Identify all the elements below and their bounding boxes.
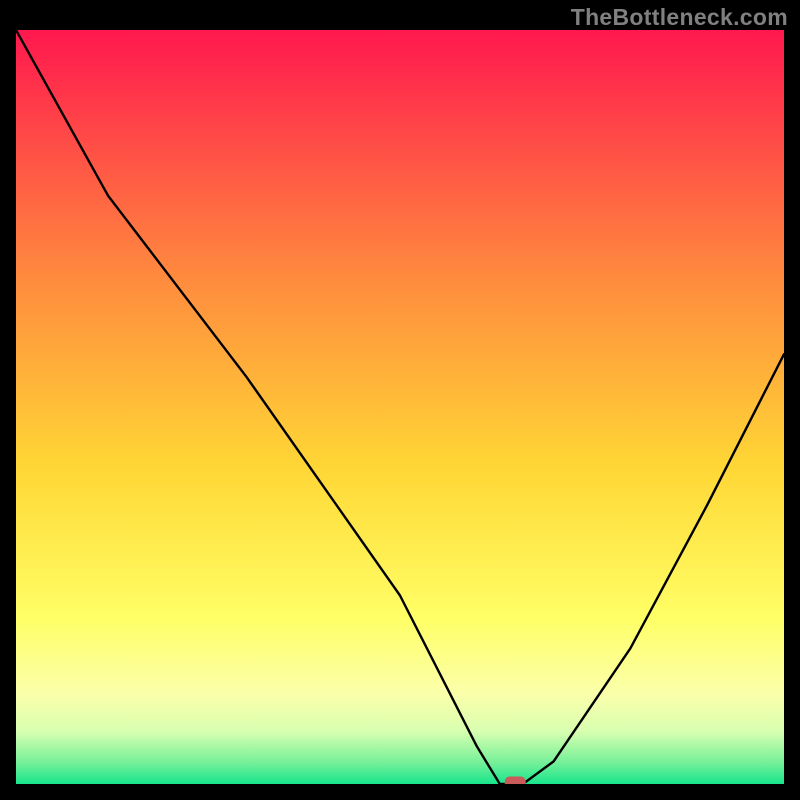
chart-background <box>16 30 784 784</box>
watermark-label: TheBottleneck.com <box>571 4 788 31</box>
optimal-marker <box>505 777 526 785</box>
bottleneck-chart <box>16 30 784 784</box>
chart-frame: TheBottleneck.com <box>0 0 800 800</box>
